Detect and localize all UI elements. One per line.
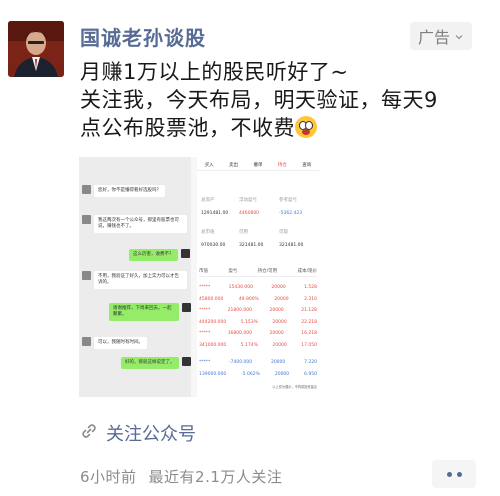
- chat-bubble: 可以，我随时有时间。: [94, 337, 147, 349]
- avatar: [181, 357, 191, 366]
- ad-label: 广告: [417, 28, 450, 47]
- chat-message: 这么厉害，收费不？: [129, 249, 190, 261]
- avatar: [82, 271, 91, 280]
- tab-cancel: 撤单: [253, 163, 263, 168]
- preview-footer: 以上仅为展示，不构成投资建议: [272, 385, 317, 389]
- table-row: 139000.000 -5.062% 20000 6.950: [199, 372, 317, 378]
- table-row: 341000.000 5.174% 20000 17.050: [199, 343, 317, 349]
- post-line-1: 月赚1万以上的股民听好了~: [80, 60, 349, 84]
- table-cell: 45800.000: [199, 296, 224, 302]
- post-text: 月赚1万以上的股民听好了~ 关注我，今天布局，明天验证，每天9 点公布股票池，不…: [80, 58, 490, 142]
- post-time: 6小时前: [80, 468, 137, 486]
- account-name[interactable]: 国诚老孙谈股: [80, 22, 206, 51]
- chat-message: 可以，我随时有时间。: [82, 337, 147, 349]
- surprised-face-icon: [295, 116, 317, 138]
- table-row: 45800.000 49.900% 20000 2.310: [199, 297, 317, 303]
- link-icon: [80, 422, 98, 445]
- dot-icon: [446, 471, 452, 477]
- tab-holdings: 持仓: [277, 163, 287, 168]
- table-cell: 2.310: [304, 296, 317, 302]
- follow-label: 关注公众号: [106, 424, 196, 445]
- summary-cell: 可用 321481.00: [239, 230, 264, 248]
- table-cell: 444200.000: [199, 319, 227, 325]
- post-line-2: 关注我，今天布局，明天验证，每天9: [80, 88, 438, 112]
- table-cell: *****: [199, 331, 211, 336]
- chat-message: 我这两次有一个公众号，那里有股票也可说，赚钱也不了。: [82, 215, 187, 233]
- table-cell: 15430.000: [228, 285, 253, 290]
- summary-cell: 总资产 1291481.00: [201, 198, 229, 216]
- avatar: [82, 185, 91, 194]
- follow-official-account-link[interactable]: 关注公众号: [80, 420, 196, 446]
- table-cell: 20000: [270, 360, 286, 365]
- table-cell: 16800.000: [227, 331, 253, 336]
- table-cell: *****: [199, 308, 211, 313]
- chat-bubble: 您好，你不是懂得看好选股吗？: [94, 185, 165, 197]
- more-options-button[interactable]: [432, 460, 476, 488]
- trade-tabs: 买入 卖出 撤单 持仓 查询: [197, 157, 319, 171]
- table-cell: 5.174%: [240, 342, 258, 348]
- table-cell: -5.062%: [241, 371, 260, 377]
- table-cell: 7.220: [304, 360, 317, 365]
- chat-bubble: 好的，那就这样说定了。: [121, 357, 179, 369]
- table-cell: 5.153%: [240, 319, 258, 325]
- follower-count: 最近有2.1万人关注: [148, 468, 283, 486]
- table-cell: 21.128: [301, 308, 317, 313]
- table-row: ***** 15430.000 20000 1.528: [199, 285, 317, 291]
- table-cell: *****: [199, 360, 211, 365]
- summary-cell: 浮动盈亏 4460800: [239, 198, 260, 216]
- table-row: 444200.000 5.153% 20000 22.218: [199, 320, 317, 326]
- table-cell: 20000: [272, 342, 287, 348]
- post-image[interactable]: 您好，你不是懂得看好选股吗？ 我这两次有一个公众号，那里有股票也可说，赚钱也不了…: [79, 157, 319, 397]
- table-cell: 20000: [272, 319, 287, 325]
- chat-message: 谢谢推荐，下周来回去，一起聚聚。: [109, 303, 191, 321]
- avatar: [182, 303, 191, 312]
- account-avatar[interactable]: [8, 21, 64, 77]
- table-cell: 20000: [274, 371, 290, 377]
- chat-message: 好的，那就这样说定了。: [121, 357, 191, 369]
- table-cell: 20000: [269, 331, 284, 336]
- table-cell: -7400.000: [229, 360, 253, 365]
- chat-message: 您好，你不是懂得看好选股吗？: [82, 185, 187, 197]
- chat-bubble: 我这两次有一个公众号，那里有股票也可说，赚钱也不了。: [94, 215, 187, 233]
- chat-bubble: 不用，我验证了好久，加上实力可以才告诉的。: [94, 271, 187, 289]
- chat-bubble: 这么厉害，收费不？: [129, 249, 178, 261]
- post-meta: 6小时前 最近有2.1万人关注: [80, 466, 282, 487]
- summary-cell: 总市值 970030.00: [201, 230, 226, 248]
- table-row: ***** -7400.000 20000 7.220: [199, 360, 317, 366]
- chat-message: 不用，我验证了好久，加上实力可以才告诉的。: [82, 271, 187, 289]
- tab-sell: 卖出: [229, 163, 239, 168]
- tab-buy: 买入: [204, 163, 214, 168]
- summary-cell: 可取 321481.00: [279, 230, 304, 248]
- table-cell: 1.528: [304, 285, 317, 290]
- table-cell: 6.950: [304, 371, 317, 377]
- table-cell: 22.218: [301, 319, 317, 325]
- table-cell: 17.050: [301, 342, 317, 348]
- dot-icon: [456, 471, 462, 477]
- chevron-down-icon: [454, 27, 464, 46]
- table-cell: 21800.000: [227, 308, 253, 313]
- chat-bubble: 谢谢推荐，下周来回去，一起聚聚。: [109, 303, 179, 321]
- table-cell: 20000: [271, 285, 286, 290]
- tab-query: 查询: [302, 163, 312, 168]
- table-cell: 49.900%: [238, 296, 259, 302]
- summary-cell: 参考盈亏 -5362.423: [279, 198, 303, 216]
- post-line-3: 点公布股票池，不收费: [80, 114, 490, 142]
- table-cell: 20000: [269, 308, 284, 313]
- table-cell: 16.218: [301, 331, 317, 336]
- table-row: ***** 21800.000 20000 21.128: [199, 308, 317, 314]
- table-cell: 341000.000: [199, 342, 227, 348]
- table-cell: *****: [199, 285, 211, 290]
- avatar: [82, 215, 91, 224]
- ad-badge[interactable]: 广告: [410, 22, 472, 50]
- table-cell: 20000: [274, 296, 289, 302]
- holdings-table-header: 市值 盈亏 持仓/可用 成本/现价: [199, 268, 317, 277]
- avatar: [180, 249, 190, 258]
- table-row: ***** 16800.000 20000 16.218: [199, 331, 317, 337]
- avatar: [82, 337, 91, 346]
- table-cell: 139000.000: [199, 371, 227, 377]
